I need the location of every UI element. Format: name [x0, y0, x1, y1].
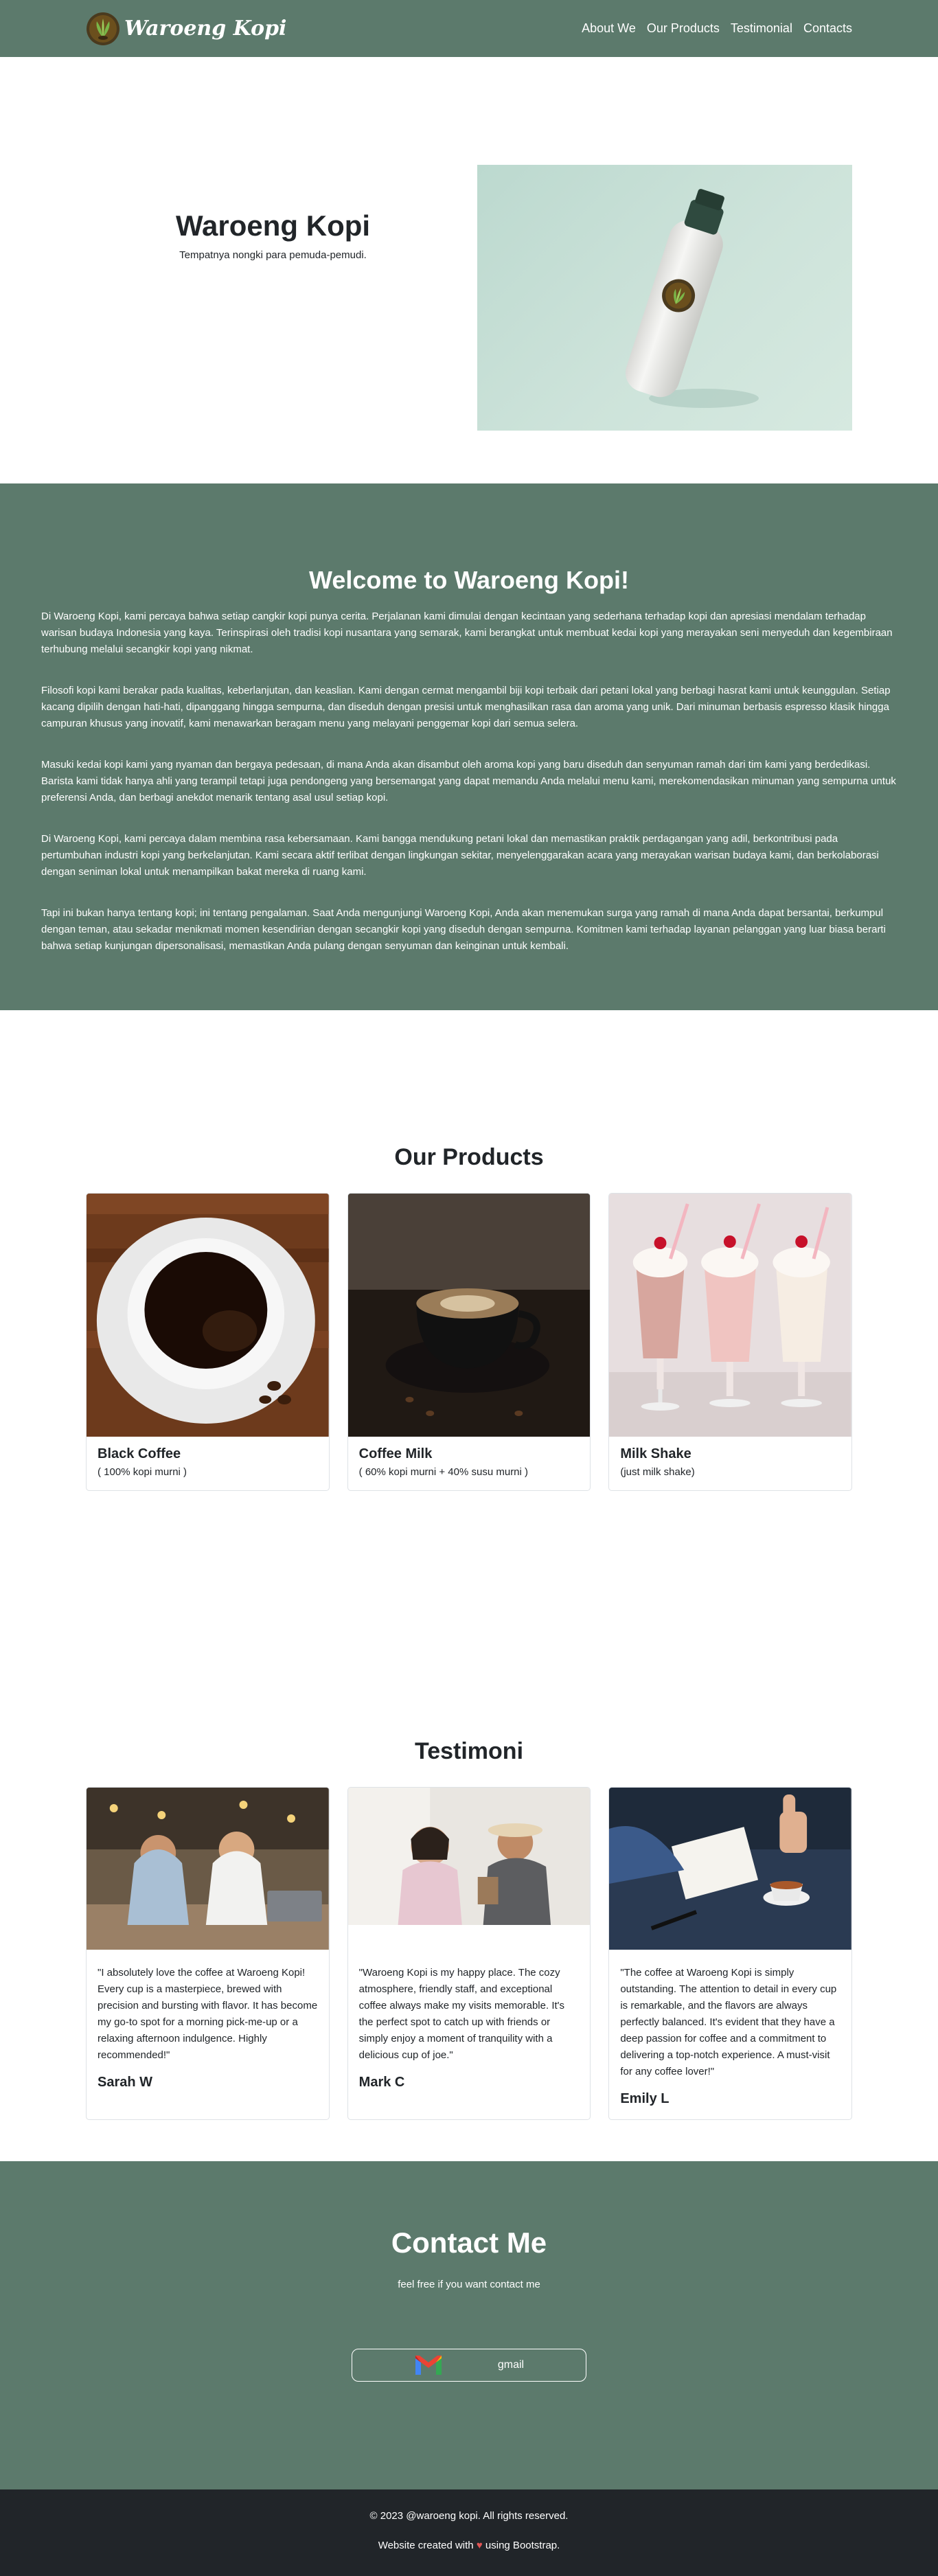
product-card: Black Coffee ( 100% kopi murni ) [86, 1193, 330, 1491]
nav-links: About We Our Products Testimonial Contac… [582, 21, 852, 36]
gmail-label: gmail [497, 2359, 525, 2371]
product-desc: ( 100% kopi murni ) [98, 1466, 187, 1478]
footer-credit: Website created with ♥ using Bootstrap. [0, 2540, 938, 2551]
testimonial-text: "I absolutely love the coffee at Waroeng… [98, 1967, 318, 2061]
testimonial-card: "Waroeng Kopi is my happy place. The coz… [347, 1787, 591, 2120]
products-title: Our Products [394, 1144, 544, 1170]
gmail-button[interactable]: gmail [352, 2349, 586, 2382]
contact-section: Contact Me feel free if you want contact… [0, 2161, 938, 2489]
testimonial-text: "Waroeng Kopi is my happy place. The coz… [358, 1967, 565, 2061]
brand[interactable]: Waroeng Kopi [86, 12, 286, 46]
products-section: Our Products Black Coffee ( 100% kopi mu… [0, 1010, 938, 1625]
hero-title: Waroeng Kopi [175, 209, 371, 242]
welcome-section: Welcome to Waroeng Kopi! Di Waroeng Kopi… [0, 483, 938, 1010]
welcome-paragraph: Masuki kedai kopi kami yang nyaman dan b… [41, 759, 896, 803]
welcome-title: Welcome to Waroeng Kopi! [308, 566, 629, 594]
welcome-paragraph: Di Waroeng Kopi, kami percaya dalam memb… [41, 833, 879, 878]
testimonial-author: Emily L [620, 2091, 670, 2106]
testimonial-author: Sarah W [98, 2075, 153, 2090]
product-card-body: Black Coffee ( 100% kopi murni ) [87, 1437, 329, 1490]
testimonial-photo-couple [347, 1788, 591, 1950]
milk-shake-image [609, 1194, 852, 1437]
heart-icon: ♥ [476, 2540, 483, 2551]
footer: © 2023 @waroeng kopi. All rights reserve… [0, 2489, 938, 2576]
hero-section: Waroeng Kopi Tempatnya nongki para pemud… [0, 57, 938, 431]
product-desc: ( 60% kopi murni + 40% susu murni ) [358, 1466, 529, 1478]
black-coffee-image [87, 1194, 329, 1437]
coffee-milk-image [347, 1194, 591, 1437]
testimonial-card: "I absolutely love the coffee at Waroeng… [86, 1787, 330, 2120]
product-name: Coffee Milk [358, 1446, 433, 1461]
testimonial-body: "The coffee at Waroeng Kopi is simply ou… [609, 1950, 851, 2119]
hero-text: Waroeng Kopi Tempatnya nongki para pemud… [86, 209, 460, 261]
footer-credit-suffix: using Bootstrap. [485, 2540, 560, 2551]
nav-link-testimonial[interactable]: Testimonial [731, 21, 792, 36]
footer-copyright: © 2023 @waroeng kopi. All rights reserve… [369, 2510, 569, 2522]
testimoni-title: Testimoni [414, 1738, 524, 1764]
footer-credit-prefix: Website created with [378, 2540, 474, 2551]
product-card: Coffee Milk ( 60% kopi murni + 40% susu … [347, 1193, 591, 1491]
testimonial-photo-thumbs-up [609, 1788, 852, 1950]
coffee-leaf-logo-icon [87, 12, 119, 45]
brand-name: Waroeng Kopi [124, 16, 287, 41]
contact-title: Contact Me [391, 2226, 547, 2259]
testimonial-text: "The coffee at Waroeng Kopi is simply ou… [620, 1967, 837, 2077]
product-card: Milk Shake (just milk shake) [608, 1193, 853, 1491]
product-desc: (just milk shake) [620, 1466, 695, 1478]
nav-link-products[interactable]: Our Products [647, 21, 720, 36]
welcome-paragraph: Filosofi kopi kami berakar pada kualitas… [41, 685, 891, 729]
welcome-paragraph: Di Waroeng Kopi, kami percaya bahwa seti… [41, 611, 893, 655]
nav-link-about[interactable]: About We [582, 21, 636, 36]
navbar: Waroeng Kopi About We Our Products Testi… [0, 0, 938, 57]
bottle-illustration [625, 189, 759, 408]
contact-subtitle: feel free if you want contact me [398, 2279, 540, 2290]
testimonial-body: "I absolutely love the coffee at Waroeng… [87, 1950, 329, 2103]
hero-subtitle: Tempatnya nongki para pemuda-pemudi. [179, 249, 367, 261]
product-name: Milk Shake [620, 1446, 691, 1461]
product-card-body: Coffee Milk ( 60% kopi murni + 40% susu … [348, 1437, 591, 1490]
hero-bottle-image [477, 165, 852, 431]
testimoni-section: Testimoni "I absolutely love the coffee … [0, 1625, 938, 2161]
gmail-icon [415, 2356, 442, 2375]
nav-link-contacts[interactable]: Contacts [803, 21, 852, 36]
welcome-paragraph: Tapi ini bukan hanya tentang kopi; ini t… [41, 907, 886, 952]
testimoni-row: "I absolutely love the coffee at Waroeng… [0, 1787, 938, 2120]
testimonial-author: Mark C [358, 2075, 405, 2090]
testimonial-body: "Waroeng Kopi is my happy place. The coz… [348, 1950, 591, 2103]
product-name: Black Coffee [98, 1446, 181, 1461]
product-card-body: Milk Shake (just milk shake) [609, 1437, 851, 1490]
testimonial-card: "The coffee at Waroeng Kopi is simply ou… [608, 1787, 853, 2120]
testimonial-photo-cafe-women [87, 1788, 329, 1950]
products-row: Black Coffee ( 100% kopi murni ) Coffee … [0, 1193, 938, 1491]
